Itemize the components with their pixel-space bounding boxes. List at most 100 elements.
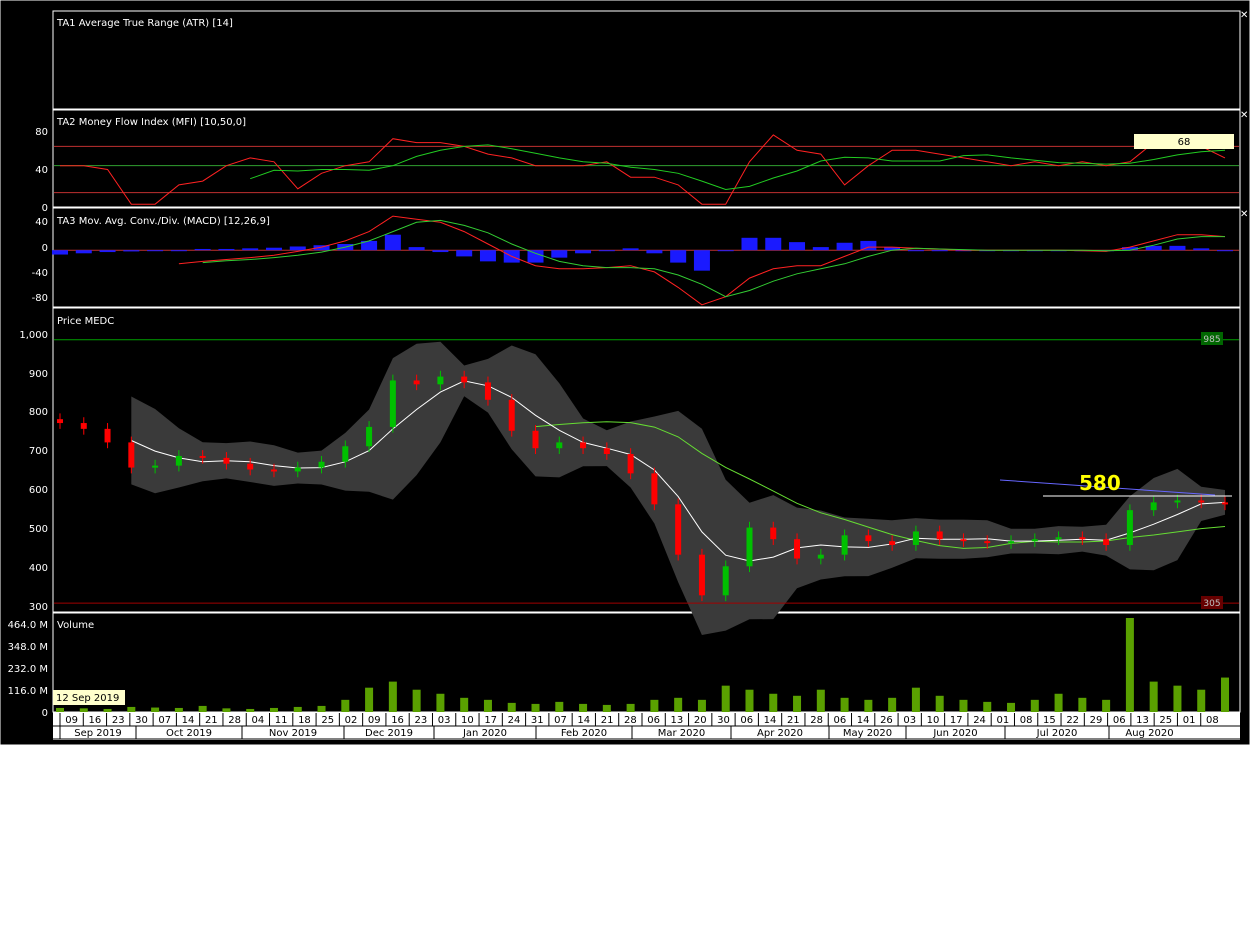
volume-bar (579, 703, 588, 712)
candle-body (223, 457, 230, 464)
macd-histogram-bar (670, 250, 687, 263)
x-day-label: 03 (438, 715, 451, 726)
macd-histogram-bar (646, 250, 663, 254)
x-month-label: Mar 2020 (658, 728, 706, 739)
x-day-label: 26 (880, 715, 893, 726)
candle-body (270, 469, 277, 472)
x-day-label: 04 (252, 715, 265, 726)
macd-histogram-bar (479, 250, 496, 262)
x-day-label: 13 (671, 715, 684, 726)
volume-bar (127, 706, 136, 712)
volume-bar (840, 697, 849, 712)
volume-ytick: 464.0 M (8, 620, 48, 631)
volume-ytick: 116.0 M (8, 686, 48, 697)
macd-histogram-bar (1217, 250, 1233, 252)
candle-body (1031, 539, 1038, 542)
candle-body (746, 527, 753, 567)
mfi-title: TA2 Money Flow Index (MFI) [10,50,0] (56, 117, 246, 128)
volume-bar (1197, 689, 1206, 712)
candle-body (508, 399, 515, 431)
x-day-label: 17 (484, 715, 497, 726)
candle-body (817, 554, 824, 559)
macd-histogram-bar (408, 247, 425, 251)
volume-bar (769, 693, 778, 712)
x-day-label: 07 (554, 715, 567, 726)
volume-bar (721, 685, 730, 712)
x-day-label: 28 (624, 715, 637, 726)
close-icon[interactable]: ✕ (1240, 209, 1248, 220)
candle-body (366, 426, 373, 447)
candle-body (1103, 539, 1110, 545)
x-day-label: 01 (996, 715, 1009, 726)
volume-bar (246, 708, 255, 712)
candle-body (484, 382, 491, 400)
x-day-label: 10 (927, 715, 940, 726)
volume-bar (56, 707, 64, 712)
macd-histogram-bar (622, 248, 639, 251)
x-month-label: Oct 2019 (166, 728, 212, 739)
macd-histogram-bar (907, 250, 924, 252)
volume-ytick: 348.0 M (8, 642, 48, 653)
x-day-label: 08 (1206, 715, 1219, 726)
x-day-label: 31 (531, 715, 544, 726)
x-day-label: 18 (298, 715, 311, 726)
candle-body (104, 428, 111, 443)
x-day-label: 21 (601, 715, 614, 726)
x-month-label: May 2020 (843, 728, 892, 739)
macd-histogram-bar (717, 250, 734, 252)
x-month-label: Aug 2020 (1125, 728, 1173, 739)
price-ytick: 700 (29, 446, 48, 457)
x-day-label: 29 (1090, 715, 1103, 726)
candle-body (1126, 510, 1133, 545)
macd-histogram-bar (432, 250, 449, 253)
mfi-readout: 68 (1178, 137, 1191, 148)
candle-body (461, 376, 468, 383)
x-day-label: 06 (740, 715, 753, 726)
macd-histogram-bar (1193, 248, 1210, 251)
volume-bar (1054, 693, 1063, 712)
candle-body (556, 442, 563, 449)
candle-body (722, 566, 729, 596)
x-month-label: Nov 2019 (269, 728, 317, 739)
x-month-label: Dec 2019 (365, 728, 413, 739)
volume-bar (531, 703, 540, 712)
x-day-label: 30 (135, 715, 148, 726)
volume-bar (697, 699, 706, 712)
close-icon[interactable]: ✕ (1240, 10, 1248, 21)
x-day-label: 14 (577, 715, 590, 726)
volume-bar (864, 699, 873, 712)
x-month-label: Jun 2020 (932, 728, 977, 739)
close-icon[interactable]: ✕ (1240, 110, 1248, 121)
volume-bar (365, 687, 374, 712)
candle-body (912, 531, 919, 545)
x-day-label: 06 (834, 715, 847, 726)
macd-histogram-bar (812, 247, 829, 251)
macd-title: TA3 Mov. Avg. Conv./Div. (MACD) [12,26,9… (56, 216, 270, 227)
candle-body (389, 380, 396, 427)
volume-bar (745, 689, 754, 712)
volume-bar (674, 697, 683, 712)
volume-title: Volume (57, 620, 94, 631)
price-ytick: 600 (29, 485, 48, 496)
mfi-ytick: 0 (42, 203, 48, 214)
volume-bar (935, 695, 944, 712)
volume-bar (602, 704, 611, 712)
candle-body (1222, 502, 1228, 505)
macd-histogram-bar (931, 250, 948, 252)
volume-bar (888, 697, 897, 712)
candle-body (1079, 537, 1086, 540)
volume-bar (79, 708, 88, 712)
candle-body (57, 419, 63, 424)
x-month-label: Apr 2020 (757, 728, 803, 739)
candle-body (960, 539, 967, 542)
macd-histogram-bar (836, 242, 853, 251)
x-day-label: 17 (950, 715, 963, 726)
candle-body (651, 473, 658, 505)
macd-histogram-bar (265, 247, 282, 251)
volume-bar (412, 689, 421, 712)
x-day-label: 09 (65, 715, 78, 726)
x-day-label: 15 (1043, 715, 1056, 726)
x-day-label: 30 (717, 715, 730, 726)
macd-histogram-bar (551, 250, 568, 258)
candle-body (865, 535, 872, 542)
